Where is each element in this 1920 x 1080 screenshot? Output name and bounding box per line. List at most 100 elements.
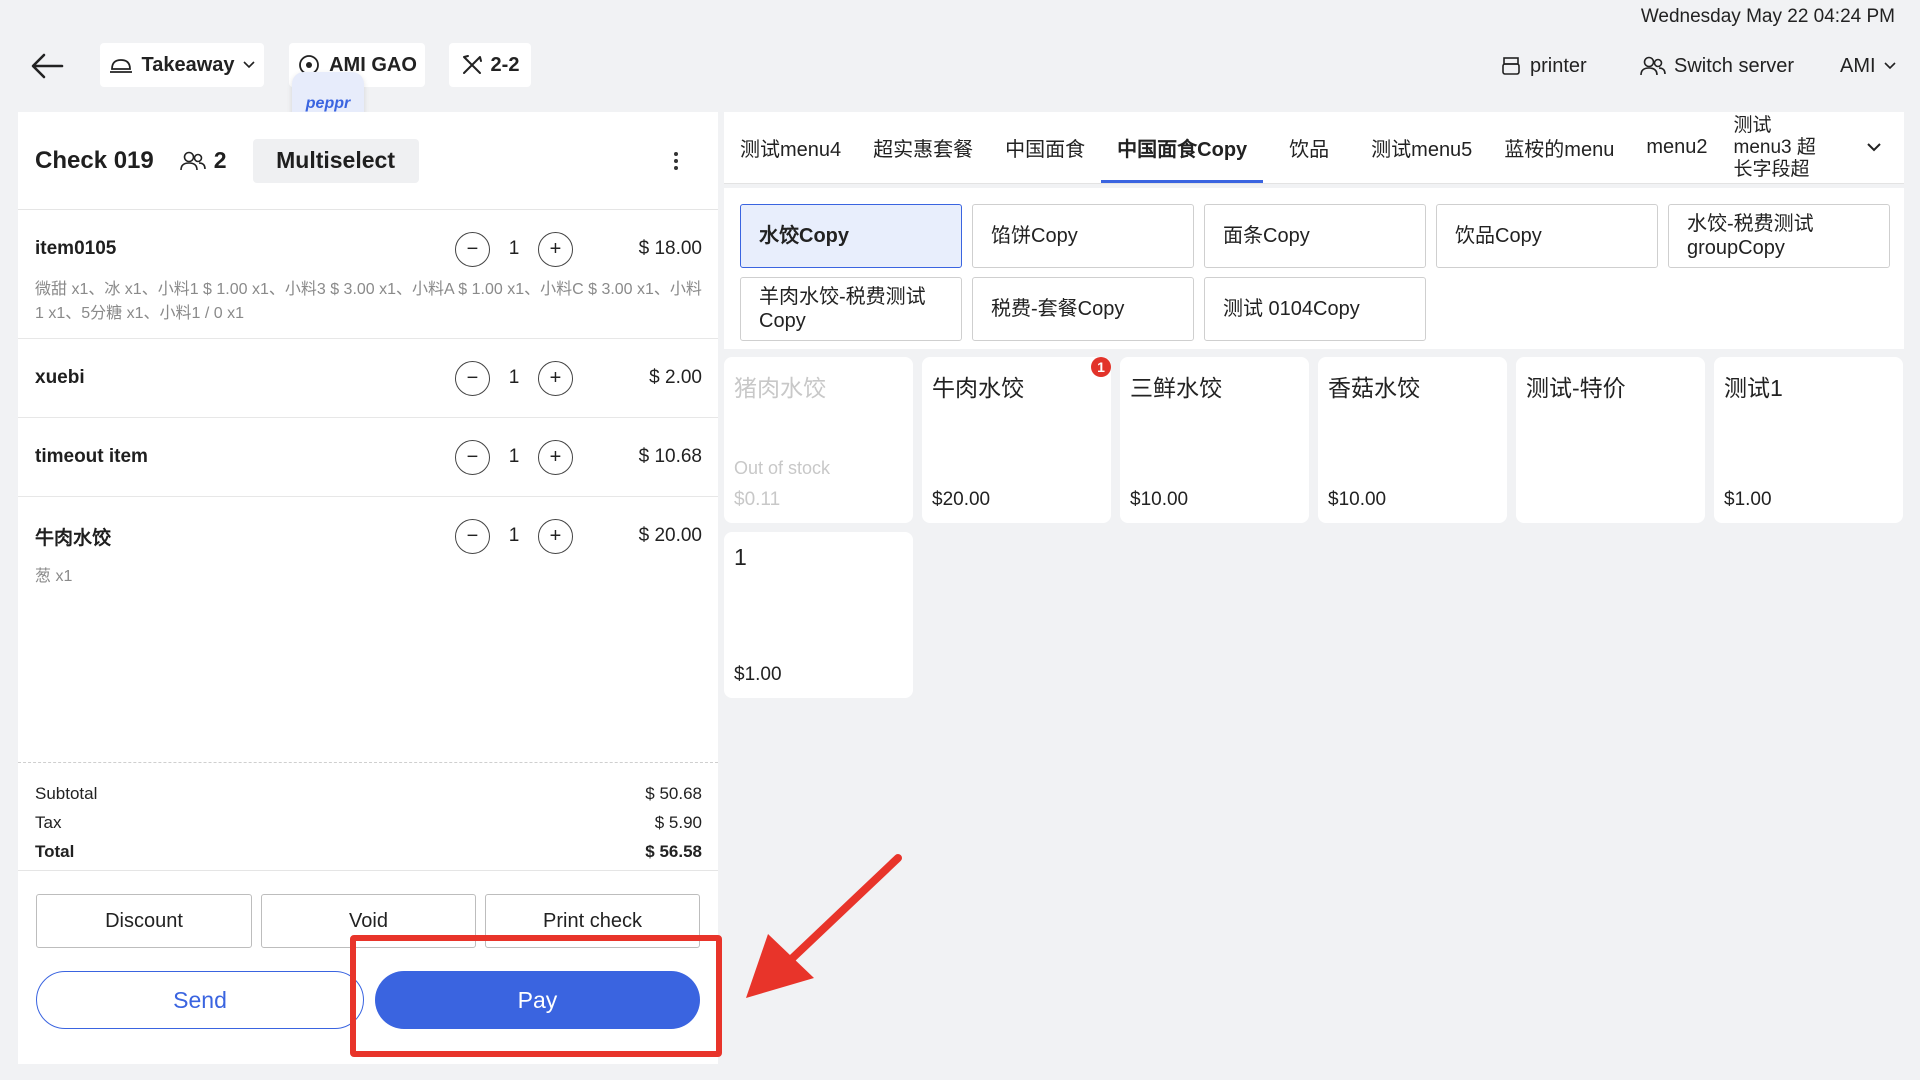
decrease-quantity-button[interactable]: − <box>455 518 490 554</box>
order-item-price: $ 18.00 <box>638 238 702 259</box>
menu-item-card[interactable]: 牛肉水饺 1 $20.00 <box>922 357 1111 523</box>
order-type-label: Takeaway <box>141 53 235 76</box>
user-menu[interactable]: AMI <box>1840 50 1896 82</box>
peppr-label: peppr <box>305 95 351 112</box>
quantity-value: 1 <box>508 367 520 388</box>
menu-item-name: 测试1 <box>1724 375 1783 401</box>
menu-tabs: 测试menu4 超实惠套餐 中国面食 中国面食Copy 饮品 测试menu5 蓝… <box>724 112 1904 184</box>
menu-item-name: 猪肉水饺 <box>734 375 826 401</box>
tabs-expand-button[interactable] <box>1844 112 1904 183</box>
order-item-price: $ 2.00 <box>649 367 702 388</box>
menu-tab[interactable]: 测试menu5 <box>1355 112 1488 183</box>
menu-item-name: 牛肉水饺 <box>932 375 1024 401</box>
table-label: 2-2 <box>490 53 520 76</box>
decrease-quantity-button[interactable]: − <box>455 439 490 475</box>
divider <box>18 870 718 871</box>
table-chip[interactable]: 2-2 <box>449 43 531 87</box>
order-type-dropdown[interactable]: Takeaway <box>100 43 264 87</box>
send-button[interactable]: Send <box>36 971 364 1029</box>
menu-item-price: $1.00 <box>734 664 782 685</box>
order-item-modifiers: 葱 x1 <box>35 568 73 585</box>
printer-label: printer <box>1530 54 1587 77</box>
back-button[interactable] <box>30 50 66 82</box>
category-button[interactable]: 税费-套餐Copy <box>972 277 1194 341</box>
category-button[interactable]: 面条Copy <box>1204 204 1426 268</box>
more-options-icon[interactable] <box>664 146 688 176</box>
subtotal-label: Subtotal <box>35 784 98 803</box>
quantity-value: 1 <box>508 525 520 546</box>
order-item[interactable]: 牛肉水饺 − 1 + $ 20.00 葱 x1 <box>18 497 718 601</box>
switch-server-button[interactable]: Switch server <box>1640 50 1794 82</box>
menu-item-price: $1.00 <box>1724 489 1772 510</box>
category-grid: 水饺Copy 馅饼Copy 面条Copy 饮品Copy 水饺-税费测试 grou… <box>740 204 1890 341</box>
quantity-value: 1 <box>508 446 520 467</box>
guest-count[interactable]: 2 <box>179 147 227 174</box>
order-item[interactable]: timeout item − 1 + $ 10.68 <box>18 418 718 497</box>
item-count-badge: 1 <box>1091 357 1111 377</box>
category-button[interactable]: 馅饼Copy <box>972 204 1194 268</box>
menu-tab-active[interactable]: 中国面食Copy <box>1101 112 1264 183</box>
chevron-down-icon <box>1867 143 1881 152</box>
menu-tab[interactable]: 蓝桉的menu <box>1488 112 1630 183</box>
tax-label: Tax <box>35 813 62 832</box>
order-item-name: 牛肉水饺 <box>35 527 112 549</box>
arrow-left-icon <box>31 53 64 79</box>
takeaway-icon <box>110 59 133 73</box>
increase-quantity-button[interactable]: + <box>538 439 573 475</box>
menu-panel: 测试menu4 超实惠套餐 中国面食 中国面食Copy 饮品 测试menu5 蓝… <box>724 112 1904 1064</box>
menu-item-name: 1 <box>734 544 747 570</box>
increase-quantity-button[interactable]: + <box>538 360 573 396</box>
menu-item-card[interactable]: 测试-特价 <box>1516 357 1705 523</box>
decrease-quantity-button[interactable]: − <box>455 360 490 396</box>
discount-button[interactable]: Discount <box>36 894 252 948</box>
menu-item-card[interactable]: 三鲜水饺 $10.00 <box>1120 357 1309 523</box>
order-item-price: $ 10.68 <box>638 446 702 467</box>
check-header: Check 019 2 Multiselect <box>18 112 718 210</box>
print-check-button[interactable]: Print check <box>485 894 700 948</box>
menu-tab[interactable]: 测试menu4 <box>724 112 857 183</box>
menu-item-card[interactable]: 测试1 $1.00 <box>1714 357 1903 523</box>
multiselect-button[interactable]: Multiselect <box>252 138 419 183</box>
increase-quantity-button[interactable]: + <box>538 518 573 554</box>
tax-value: $ 5.90 <box>654 813 702 832</box>
menu-item-card[interactable]: 猪肉水饺 Out of stock $0.11 <box>724 357 913 523</box>
order-item-price: $ 20.00 <box>638 525 702 546</box>
chevron-down-icon <box>1883 62 1896 70</box>
users-icon <box>1640 56 1666 76</box>
menu-item-name: 香菇水饺 <box>1328 375 1420 401</box>
datetime: Wednesday May 22 04:24 PM <box>1640 6 1895 27</box>
category-button[interactable]: 水饺-税费测试 groupCopy <box>1668 204 1890 268</box>
order-item[interactable]: xuebi − 1 + $ 2.00 <box>18 339 718 418</box>
decrease-quantity-button[interactable]: − <box>455 231 490 267</box>
pay-button[interactable]: Pay <box>375 971 700 1029</box>
quantity-value: 1 <box>508 238 520 259</box>
utensils-icon <box>462 55 482 74</box>
menu-item-name: 三鲜水饺 <box>1130 375 1222 401</box>
menu-item-card[interactable]: 香菇水饺 $10.00 <box>1318 357 1507 523</box>
increase-quantity-button[interactable]: + <box>538 231 573 267</box>
subtotal-value: $ 50.68 <box>645 784 702 803</box>
menu-tab[interactable]: 中国面食 <box>989 112 1101 183</box>
chevron-down-icon <box>242 61 255 69</box>
order-item[interactable]: item0105 − 1 + $ 18.00 微甜 x1、冰 x1、小料1 $ … <box>18 210 718 339</box>
menu-item-price: $20.00 <box>932 489 991 510</box>
menu-tab[interactable]: 超实惠套餐 <box>857 112 989 183</box>
category-button[interactable]: 饮品Copy <box>1436 204 1658 268</box>
void-button[interactable]: Void <box>261 894 476 948</box>
check-totals: Subtotal $ 50.68 Tax $ 5.90 Total $ 56.5… <box>18 762 718 866</box>
menu-tab[interactable]: menu2 <box>1630 112 1723 183</box>
category-button-active[interactable]: 水饺Copy <box>740 204 962 268</box>
menu-tab[interactable]: 饮品 <box>1263 112 1355 183</box>
total-label: Total <box>35 842 75 861</box>
category-button[interactable]: 测试 0104Copy <box>1204 277 1426 341</box>
menu-tab[interactable]: 测试menu3 超长字段超 <box>1724 112 1834 183</box>
total-value: $ 56.58 <box>645 842 702 861</box>
guests-icon <box>179 151 206 170</box>
out-of-stock-label: Out of stock <box>734 458 831 478</box>
printer-icon <box>1502 57 1520 75</box>
user-label: AMI <box>1840 54 1876 77</box>
category-button[interactable]: 羊肉水饺-税费测试 Copy <box>740 277 962 341</box>
printer-button[interactable]: printer <box>1500 50 1587 82</box>
menu-item-name: 测试-特价 <box>1526 375 1626 401</box>
menu-item-card[interactable]: 1 $1.00 <box>724 532 913 698</box>
